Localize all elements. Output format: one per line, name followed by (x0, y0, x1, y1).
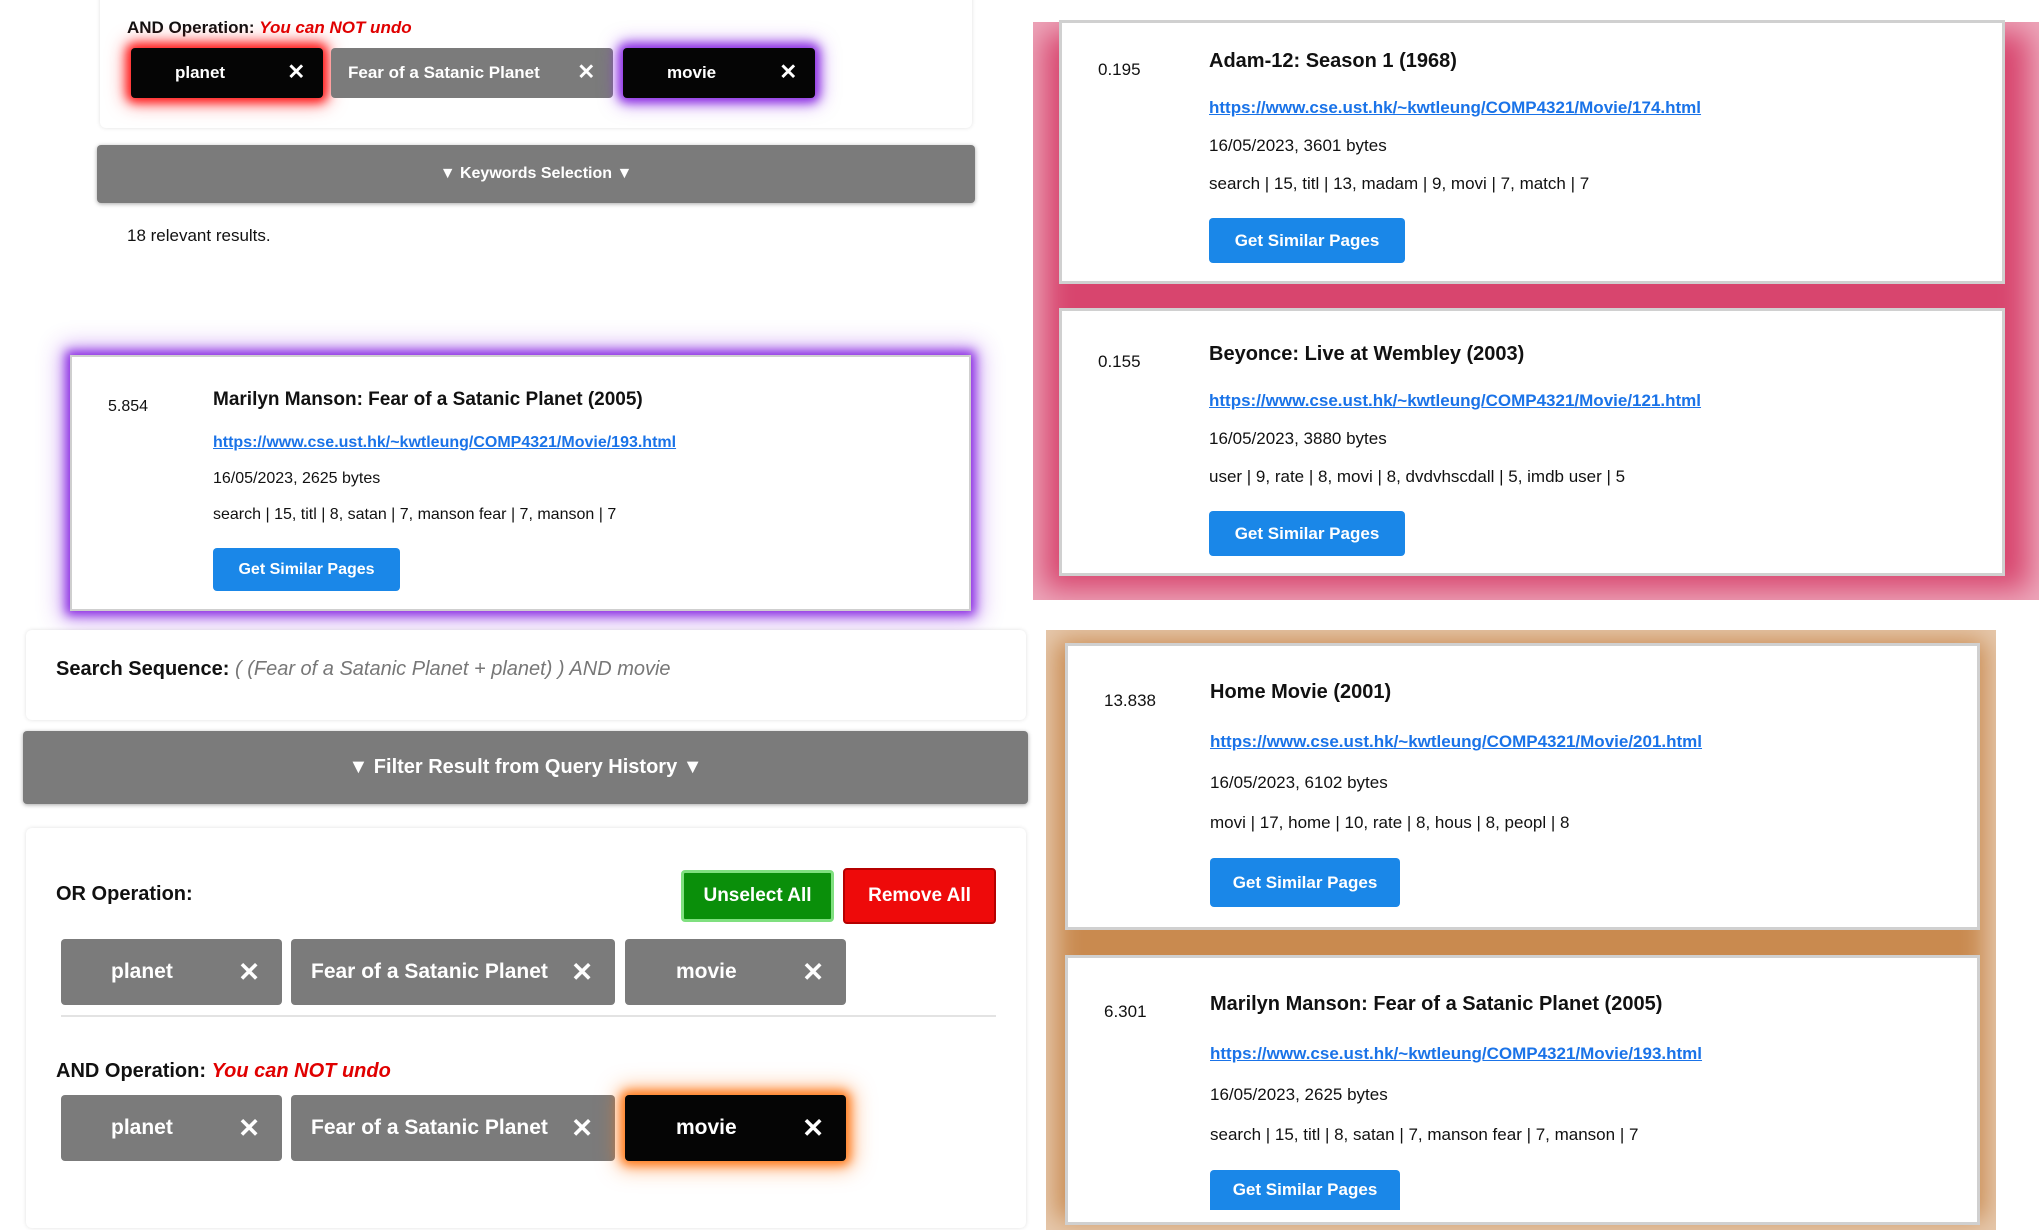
result-keywords: user | 9, rate | 8, movi | 8, dvdvhscdal… (1209, 467, 1626, 486)
and-operation-title: AND Operation: (127, 18, 255, 37)
result-url-link[interactable]: https://www.cse.ust.hk/~kwtleung/COMP432… (213, 434, 676, 452)
result-meta: 16/05/2023, 3880 bytes (1209, 429, 1387, 448)
get-similar-pages-button[interactable]: Get Similar Pages (1209, 511, 1405, 556)
close-icon[interactable]: ✕ (238, 959, 260, 986)
search-sequence: Search Sequence: ( (Fear of a Satanic Pl… (56, 658, 671, 681)
top-fade (1033, 0, 2039, 22)
close-icon[interactable]: ✕ (571, 959, 593, 986)
result-keywords: movi | 17, home | 10, rate | 8, hous | 8… (1210, 813, 1570, 832)
result-title: Home Movie (2001) (1210, 681, 1392, 703)
chip-label: movie (667, 63, 717, 82)
result-url-link[interactable]: https://www.cse.ust.hk/~kwtleung/COMP432… (1209, 98, 1701, 118)
chip-label: movie (676, 1116, 737, 1139)
result-meta: 16/05/2023, 2625 bytes (1210, 1085, 1388, 1104)
result-meta: 16/05/2023, 3601 bytes (1209, 136, 1387, 155)
result-keywords: search | 15, titl | 13, madam | 9, movi … (1209, 174, 1590, 193)
result-title: Adam-12: Season 1 (1968) (1209, 50, 1457, 72)
divider (61, 1015, 996, 1017)
chip-label: Fear of a Satanic Planet (311, 960, 548, 983)
close-icon[interactable]: ✕ (802, 1115, 824, 1142)
result-score: 0.155 (1098, 352, 1141, 371)
close-icon[interactable]: ✕ (779, 62, 797, 84)
result-title: Marilyn Manson: Fear of a Satanic Planet… (1210, 993, 1663, 1015)
close-icon[interactable]: ✕ (287, 62, 305, 84)
close-icon[interactable]: ✕ (571, 1115, 593, 1142)
search-sequence-value: ( (Fear of a Satanic Planet + planet) ) … (234, 658, 671, 680)
keywords-selection-toggle[interactable]: ▼ Keywords Selection ▼ (97, 145, 975, 203)
result-score: 6.301 (1104, 1002, 1147, 1021)
and-operation-label-bottom: AND Operation: You can NOT undo (56, 1060, 391, 1083)
result-card-right-1 (1059, 20, 2005, 284)
chip-label: planet (111, 960, 173, 983)
chip-label: planet (175, 63, 226, 82)
result-title: Marilyn Manson: Fear of a Satanic Planet… (213, 389, 643, 410)
and-warning-text: You can NOT undo (211, 1060, 391, 1082)
close-icon[interactable]: ✕ (577, 62, 595, 84)
result-title: Beyonce: Live at Wembley (2003) (1209, 343, 1525, 365)
remove-all-button[interactable]: Remove All (843, 868, 996, 924)
get-similar-pages-button[interactable]: Get Similar Pages (1209, 218, 1405, 263)
result-card-right-2 (1059, 308, 2005, 576)
chip-label: Fear of a Satanic Planet (311, 1116, 548, 1139)
result-meta: 16/05/2023, 6102 bytes (1210, 773, 1388, 792)
chip-label: planet (111, 1116, 173, 1139)
result-url-link[interactable]: https://www.cse.ust.hk/~kwtleung/COMP432… (1210, 1044, 1702, 1064)
chip-movie[interactable]: movie ✕ (623, 48, 815, 98)
or-chip-planet[interactable]: planet ✕ (61, 939, 282, 1005)
result-score: 5.854 (108, 398, 149, 415)
chip-planet[interactable]: planet ✕ (131, 48, 323, 98)
and-chip-fear-of-a-satanic-planet[interactable]: Fear of a Satanic Planet ✕ (291, 1095, 615, 1161)
result-score: 0.195 (1098, 60, 1141, 79)
result-score: 13.838 (1104, 691, 1156, 710)
and-operation-title: AND Operation: (56, 1060, 206, 1082)
unselect-all-button[interactable]: Unselect All (681, 870, 834, 922)
close-icon[interactable]: ✕ (238, 1115, 260, 1142)
chip-label: movie (676, 960, 737, 983)
result-meta: 16/05/2023, 2625 bytes (213, 470, 381, 487)
result-card-right-3 (1065, 643, 1980, 930)
get-similar-pages-button[interactable]: Get Similar Pages (1210, 1170, 1400, 1210)
or-chip-fear-of-a-satanic-planet[interactable]: Fear of a Satanic Planet ✕ (291, 939, 615, 1005)
or-operation-label: OR Operation: (56, 883, 193, 905)
or-chip-movie[interactable]: movie ✕ (625, 939, 846, 1005)
and-chip-movie[interactable]: movie ✕ (625, 1095, 846, 1161)
result-keywords: search | 15, titl | 8, satan | 7, manson… (1210, 1125, 1639, 1144)
chip-fear-of-a-satanic-planet[interactable]: Fear of a Satanic Planet ✕ (331, 48, 613, 98)
result-url-link[interactable]: https://www.cse.ust.hk/~kwtleung/COMP432… (1209, 391, 1701, 411)
filter-query-history-toggle[interactable]: ▼ Filter Result from Query History ▼ (23, 731, 1028, 804)
result-keywords: search | 15, titl | 8, satan | 7, manson… (213, 506, 617, 523)
and-operation-label-top: AND Operation: You can NOT undo (127, 18, 412, 38)
results-count: 18 relevant results. (127, 226, 271, 245)
close-icon[interactable]: ✕ (802, 959, 824, 986)
get-similar-pages-button[interactable]: Get Similar Pages (213, 548, 400, 591)
chip-label: Fear of a Satanic Planet (348, 63, 540, 82)
get-similar-pages-button[interactable]: Get Similar Pages (1210, 858, 1400, 907)
result-url-link[interactable]: https://www.cse.ust.hk/~kwtleung/COMP432… (1210, 732, 1702, 752)
search-sequence-label: Search Sequence: (56, 658, 230, 680)
and-chip-planet[interactable]: planet ✕ (61, 1095, 282, 1161)
and-warning-text: You can NOT undo (259, 18, 412, 37)
